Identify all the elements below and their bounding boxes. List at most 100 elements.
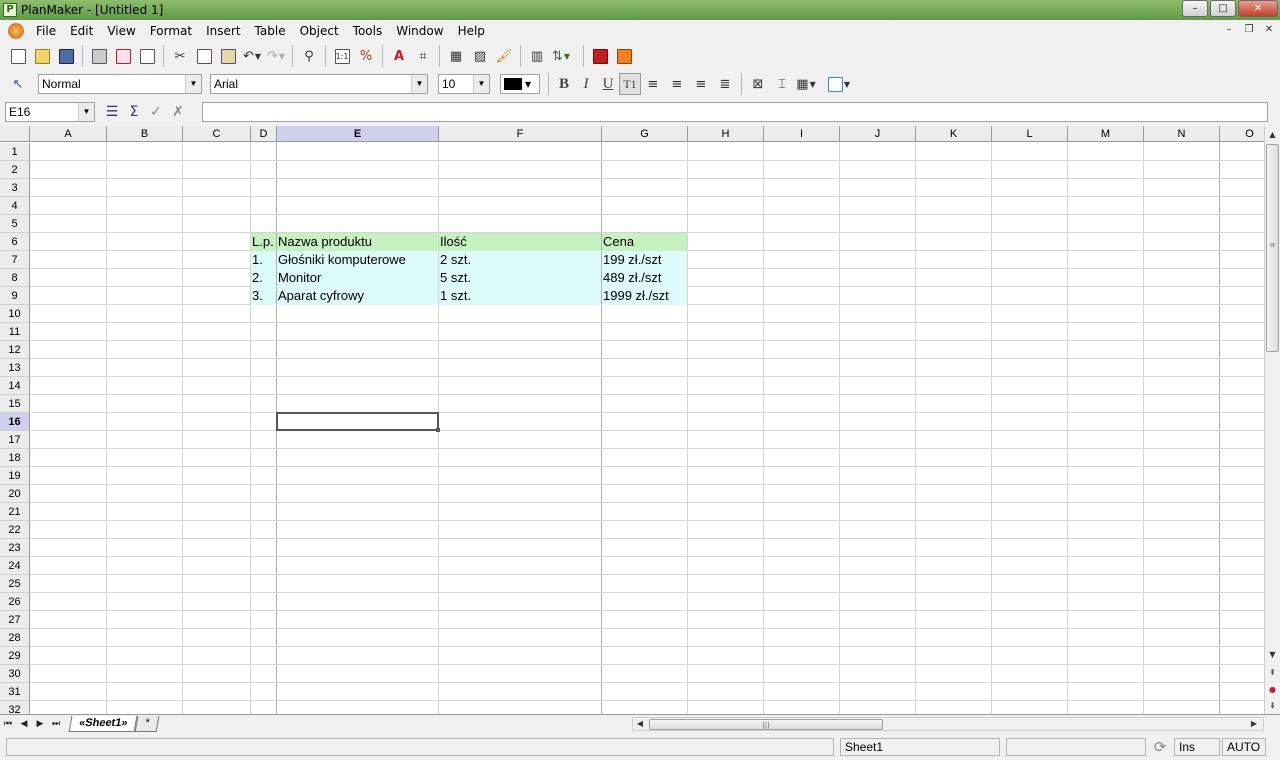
print-preview-icon[interactable] [136,45,158,67]
pointer-icon[interactable]: ↖ [7,73,29,95]
menu-insert[interactable]: Insert [199,20,247,42]
row-header-18[interactable]: 18 [0,449,30,467]
column-header-e[interactable]: E [277,126,439,142]
text-options-button[interactable]: T1 [619,73,641,95]
table-cell[interactable]: 2 szt. [439,251,601,269]
table-cell[interactable]: Głośniki komputerowe [277,251,438,269]
menu-format[interactable]: Format [143,20,199,42]
column-header-j[interactable]: J [840,126,916,142]
menu-view[interactable]: View [100,20,142,42]
row-header-30[interactable]: 30 [0,665,30,683]
menu-file[interactable]: File [29,20,63,42]
fill-handle[interactable] [436,428,440,432]
column-header-a[interactable]: A [30,126,107,142]
table-cell[interactable]: 489 zł./szt [602,269,687,287]
accept-icon[interactable]: ✓ [145,102,167,122]
scroll-right-icon[interactable]: ▶ [1247,718,1261,730]
table-cell[interactable]: 1. [251,251,276,269]
row-header-26[interactable]: 26 [0,593,30,611]
cut-icon[interactable]: ✂ [169,45,191,67]
textmaker-icon[interactable] [589,45,611,67]
align-center-icon[interactable]: ≡ [666,73,688,95]
fill-color-icon[interactable]: ▼ [828,73,850,95]
open-icon[interactable] [31,45,53,67]
column-header-k[interactable]: K [916,126,992,142]
row-header-9[interactable]: 9 [0,287,30,305]
print-icon[interactable] [88,45,110,67]
menu-tools[interactable]: Tools [346,20,390,42]
format-painter-icon[interactable]: 🖌 [493,45,515,67]
underline-button[interactable]: U [597,73,619,95]
horizontal-scroll-thumb[interactable]: ||| [649,719,883,730]
column-header-d[interactable]: D [251,126,277,142]
table-cell[interactable]: 1999 zł./szt [602,287,687,305]
justify-icon[interactable]: ≣ [714,73,736,95]
doc-minimize-icon[interactable]: – [1222,23,1236,37]
row-header-12[interactable]: 12 [0,341,30,359]
font-select[interactable]: Arial ▼ [210,74,428,94]
table-cell[interactable]: 2. [251,269,276,287]
minimize-button[interactable]: – [1182,0,1208,17]
doc-close-icon[interactable]: ✕ [1262,23,1276,37]
selected-cell-cursor[interactable] [276,412,439,431]
row-header-28[interactable]: 28 [0,629,30,647]
row-header-6[interactable]: 6 [0,233,30,251]
presentations-icon[interactable] [613,45,635,67]
row-header-15[interactable]: 15 [0,395,30,413]
first-sheet-icon[interactable]: ⏮ [0,716,16,732]
row-header-24[interactable]: 24 [0,557,30,575]
column-header-b[interactable]: B [107,126,183,142]
table-cell[interactable]: Aparat cyfrowy [277,287,438,305]
formula-input[interactable] [202,102,1268,122]
sum-icon[interactable]: Σ [123,102,145,122]
chevron-down-icon[interactable]: ▼ [473,75,489,93]
table-cell[interactable]: 199 zł./szt [602,251,687,269]
borders-icon[interactable]: ▦ ▼ [795,73,817,95]
row-header-25[interactable]: 25 [0,575,30,593]
insert-frame-icon[interactable]: ⌗ [412,45,434,67]
table-cell[interactable]: 3. [251,287,276,305]
page-down-icon[interactable]: ⇟ [1265,699,1280,713]
row-header-21[interactable]: 21 [0,503,30,521]
table-header-cell[interactable]: Cena [602,233,687,251]
style-select[interactable]: Normal ▼ [38,74,202,94]
cell-shading-icon[interactable]: ▨ [469,45,491,67]
row-header-11[interactable]: 11 [0,323,30,341]
scroll-left-icon[interactable]: ◀ [633,718,647,730]
maximize-button[interactable]: □ [1210,0,1236,17]
sync-icon[interactable]: ⟳ [1146,738,1174,756]
doc-restore-icon[interactable]: ❐ [1242,23,1256,37]
column-header-i[interactable]: I [764,126,840,142]
chevron-down-icon[interactable]: ▼ [185,75,201,93]
sheet-tab-sheet1[interactable]: «Sheet1» [68,715,138,732]
column-header-l[interactable]: L [992,126,1068,142]
cell-borders-icon[interactable]: ▦ [445,45,467,67]
horizontal-scrollbar[interactable]: ◀ ||| ▶ [632,717,1264,731]
new-sheet-tab[interactable]: * [134,715,161,732]
row-header-14[interactable]: 14 [0,377,30,395]
close-button[interactable]: ✕ [1238,0,1278,17]
table-header-cell[interactable]: Ilość [439,233,601,251]
save-icon[interactable] [55,45,77,67]
row-header-4[interactable]: 4 [0,197,30,215]
table-cell[interactable]: 1 szt. [439,287,601,305]
status-insert-mode[interactable]: Ins [1174,738,1220,756]
row-header-1[interactable]: 1 [0,143,30,161]
vertical-scrollbar[interactable]: ▲ ≡ ▼ ⇞ ● ⇟ [1264,126,1280,714]
align-left-icon[interactable]: ≡ [642,73,664,95]
menu-object[interactable]: Object [293,20,346,42]
row-header-22[interactable]: 22 [0,521,30,539]
align-right-icon[interactable]: ≡ [690,73,712,95]
spreadsheet-grid[interactable]: A B C D E F G H I J K L M N O 1 2 3 4 5 6 7 8 9 10 11 12 13 14 15 16 17… [0,126,1264,714]
paste-icon[interactable] [217,45,239,67]
row-header-8[interactable]: 8 [0,269,30,287]
column-header-n[interactable]: N [1144,126,1220,142]
column-header-c[interactable]: C [183,126,251,142]
row-header-23[interactable]: 23 [0,539,30,557]
row-header-2[interactable]: 2 [0,161,30,179]
find-icon[interactable]: ⚲ [298,45,320,67]
merge-cells-icon[interactable]: ⊠ [747,73,769,95]
insert-text-icon[interactable]: A [388,45,410,67]
column-header-m[interactable]: M [1068,126,1144,142]
vertical-align-icon[interactable]: ⌶ [771,73,793,95]
